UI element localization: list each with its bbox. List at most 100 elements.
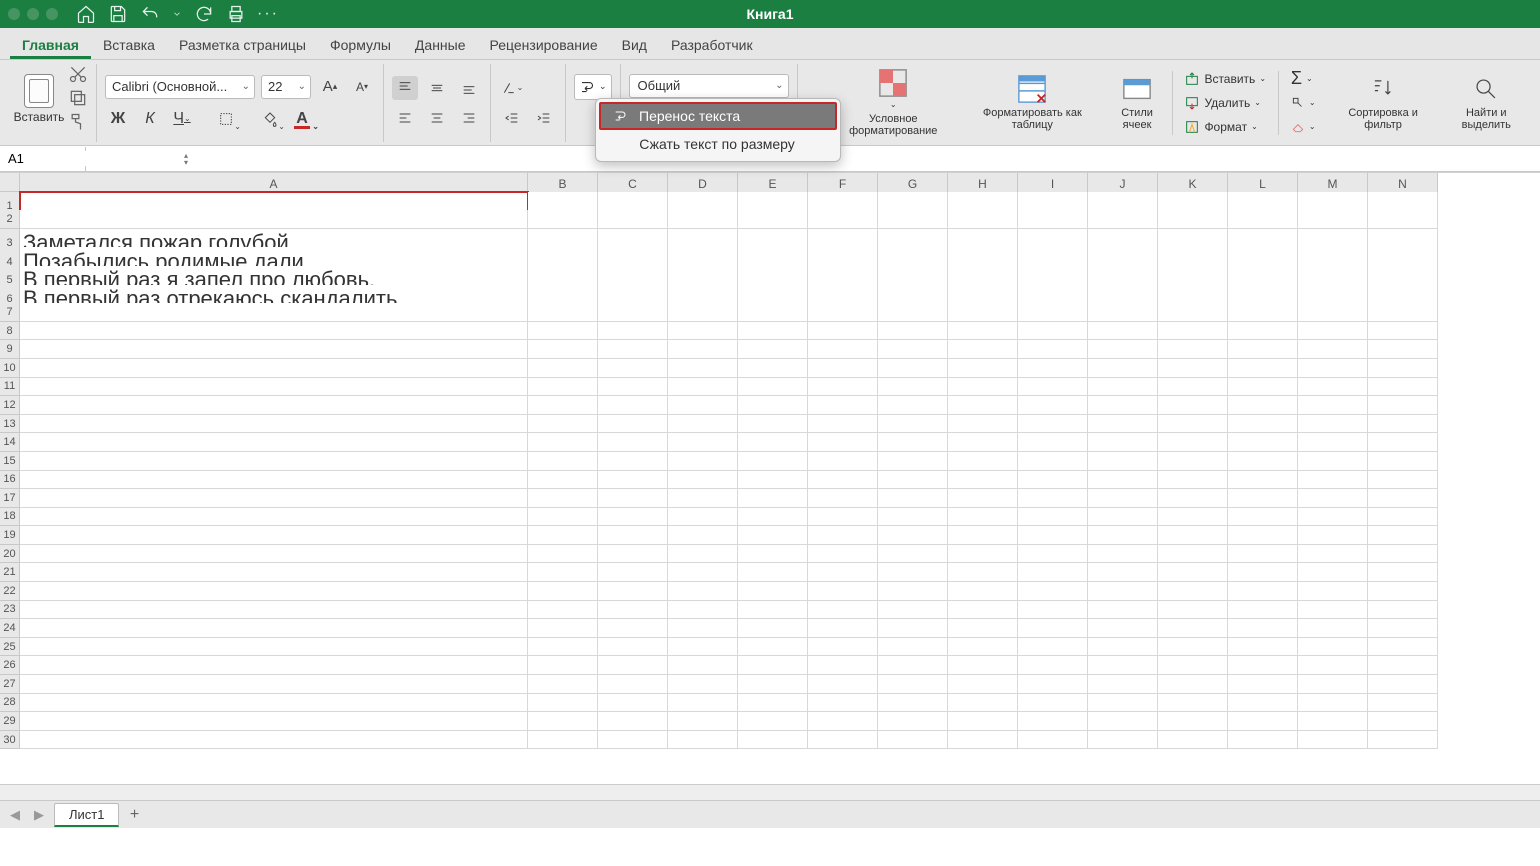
cell[interactable] [20, 378, 528, 397]
cell[interactable] [1018, 396, 1088, 415]
cell[interactable] [1158, 675, 1228, 694]
cell[interactable] [808, 694, 878, 713]
cell[interactable] [598, 396, 668, 415]
cell[interactable] [20, 359, 528, 378]
cell[interactable] [20, 545, 528, 564]
row-header[interactable]: 25 [0, 638, 20, 657]
cell[interactable] [808, 619, 878, 638]
format-cells-button[interactable]: Формат ⌄ [1180, 116, 1270, 138]
cell[interactable] [738, 638, 808, 657]
cell[interactable] [808, 433, 878, 452]
cell[interactable] [878, 526, 948, 545]
cell[interactable] [1298, 303, 1368, 322]
cell[interactable] [808, 340, 878, 359]
orientation-button[interactable]: ⌄ [499, 76, 525, 100]
cell[interactable] [808, 675, 878, 694]
cell[interactable] [1368, 471, 1438, 490]
redo-icon[interactable] [194, 4, 214, 24]
cell[interactable] [738, 210, 808, 229]
tab-developer[interactable]: Разработчик [659, 31, 765, 59]
cell[interactable] [1298, 210, 1368, 229]
tab-page-layout[interactable]: Разметка страницы [167, 31, 318, 59]
cell[interactable] [948, 656, 1018, 675]
cell[interactable] [1088, 731, 1158, 750]
cell[interactable] [1158, 340, 1228, 359]
cell[interactable] [1018, 731, 1088, 750]
row-header[interactable]: 16 [0, 471, 20, 490]
cell[interactable] [20, 471, 528, 490]
cell[interactable] [20, 415, 528, 434]
cell[interactable] [1368, 303, 1438, 322]
cell[interactable] [668, 210, 738, 229]
cell[interactable] [808, 359, 878, 378]
cell[interactable] [1018, 675, 1088, 694]
cell[interactable] [1368, 322, 1438, 341]
cell[interactable] [878, 396, 948, 415]
cell[interactable] [878, 731, 948, 750]
cell[interactable] [738, 563, 808, 582]
cell[interactable] [808, 656, 878, 675]
cell[interactable] [1088, 508, 1158, 527]
tab-data[interactable]: Данные [403, 31, 478, 59]
cell[interactable] [738, 378, 808, 397]
cell[interactable] [878, 712, 948, 731]
print-icon[interactable] [226, 4, 246, 24]
cell[interactable] [1228, 396, 1298, 415]
cell[interactable] [20, 563, 528, 582]
cell[interactable] [1158, 210, 1228, 229]
cell[interactable] [1088, 378, 1158, 397]
cell[interactable] [528, 712, 598, 731]
cell[interactable] [1088, 619, 1158, 638]
cell[interactable] [1158, 601, 1228, 620]
cell[interactable] [1228, 471, 1298, 490]
align-center-button[interactable] [424, 106, 450, 130]
dropdown-item-wrap-text[interactable]: Перенос текста [599, 102, 837, 130]
font-name-select[interactable]: Calibri (Основной...⌄ [105, 75, 255, 99]
cell[interactable] [1018, 712, 1088, 731]
cell[interactable] [1158, 396, 1228, 415]
cell[interactable] [1018, 471, 1088, 490]
cell[interactable] [878, 656, 948, 675]
name-box[interactable]: ▴▾ [0, 147, 86, 171]
format-as-table-button[interactable]: Форматировать как таблицу [962, 66, 1102, 140]
cell[interactable] [1368, 619, 1438, 638]
cell[interactable] [1088, 303, 1158, 322]
cell[interactable] [668, 378, 738, 397]
cell[interactable] [808, 489, 878, 508]
cell[interactable] [878, 545, 948, 564]
row-header[interactable]: 7 [0, 303, 20, 322]
cell[interactable] [1018, 582, 1088, 601]
cell[interactable] [878, 433, 948, 452]
cell[interactable] [1228, 340, 1298, 359]
cell[interactable] [948, 694, 1018, 713]
cell[interactable] [668, 415, 738, 434]
cell[interactable] [668, 545, 738, 564]
cell[interactable] [1158, 508, 1228, 527]
cell[interactable] [948, 471, 1018, 490]
cell[interactable] [598, 359, 668, 378]
cell[interactable] [668, 712, 738, 731]
row-header[interactable]: 12 [0, 396, 20, 415]
cell[interactable] [528, 601, 598, 620]
cell[interactable] [668, 489, 738, 508]
cell[interactable] [20, 489, 528, 508]
cell[interactable] [1018, 545, 1088, 564]
cell[interactable] [1158, 638, 1228, 657]
cell[interactable] [878, 694, 948, 713]
name-box-input[interactable] [4, 151, 184, 166]
cell[interactable] [878, 638, 948, 657]
cell[interactable] [948, 303, 1018, 322]
cell[interactable] [1368, 359, 1438, 378]
cell[interactable] [1368, 378, 1438, 397]
cell[interactable] [1088, 396, 1158, 415]
cell[interactable] [1018, 322, 1088, 341]
cell[interactable] [528, 675, 598, 694]
cell[interactable] [738, 675, 808, 694]
cell[interactable] [1368, 433, 1438, 452]
cell[interactable] [668, 526, 738, 545]
cell[interactable] [528, 694, 598, 713]
cell[interactable] [598, 619, 668, 638]
decrease-indent-button[interactable] [499, 106, 525, 130]
spreadsheet-grid[interactable]: ABCDEFGHIJKLMN123Заметался пожар голубой… [0, 172, 1540, 784]
row-header[interactable]: 15 [0, 452, 20, 471]
